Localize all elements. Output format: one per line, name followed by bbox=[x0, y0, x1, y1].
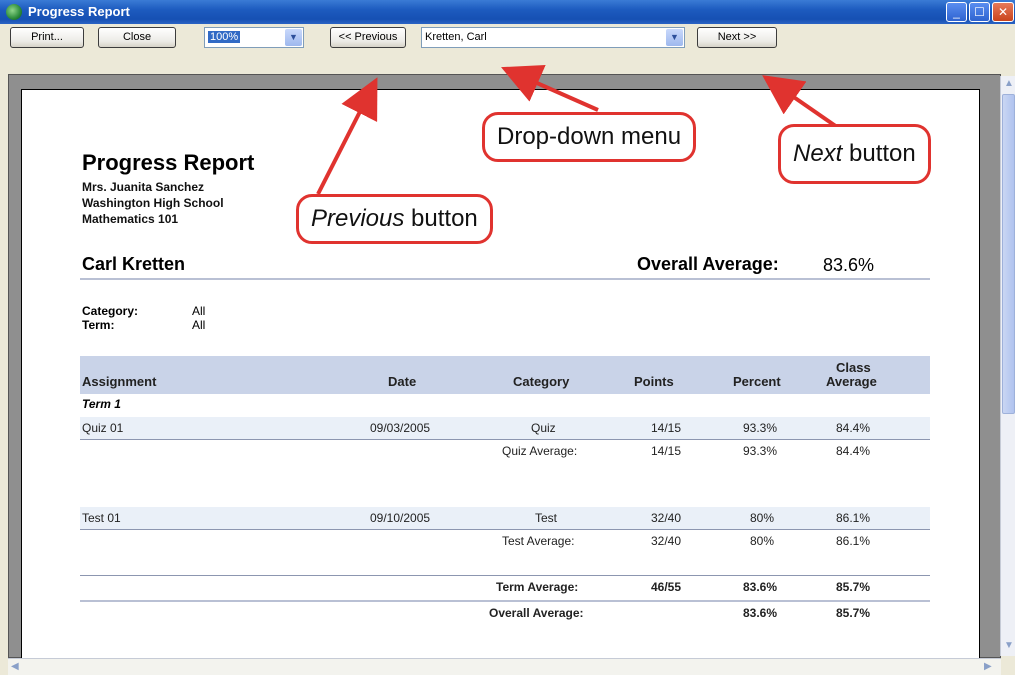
next-callout-italic: Next bbox=[793, 140, 843, 167]
dropdown-arrow bbox=[501, 65, 599, 112]
dropdown-callout-text: Drop-down menu bbox=[497, 123, 682, 150]
dropdown-callout: Drop-down menu bbox=[482, 112, 697, 162]
next-callout-text: button bbox=[842, 140, 916, 167]
previous-callout-italic: Previous bbox=[311, 205, 405, 232]
previous-callout: Previous button bbox=[296, 194, 493, 244]
progress-report-window: Progress Report _ ☐ ✕ Print... Close 100… bbox=[0, 0, 1015, 675]
next-callout: Next button bbox=[778, 124, 931, 184]
previous-arrow bbox=[316, 77, 378, 195]
annotation-arrows bbox=[316, 65, 852, 195]
previous-callout-text: button bbox=[404, 205, 478, 232]
